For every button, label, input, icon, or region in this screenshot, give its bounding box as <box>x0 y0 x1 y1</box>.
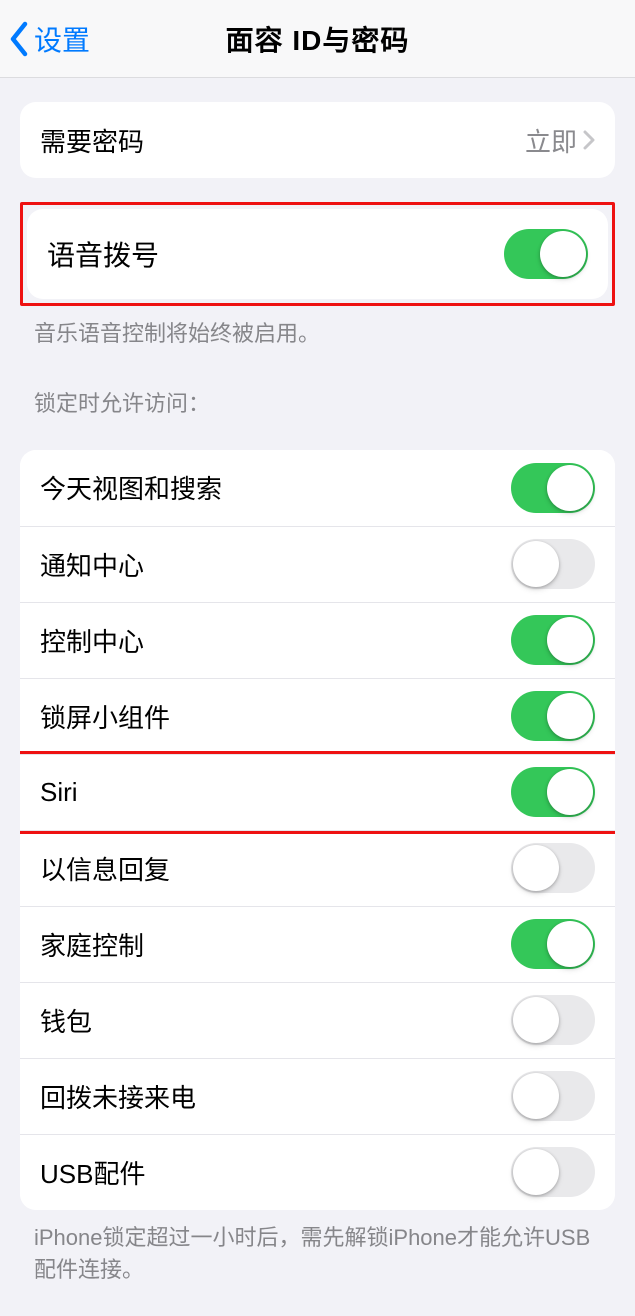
lock-access-header: 锁定时允许访问： <box>0 350 635 426</box>
content: 需要密码 立即 语音拨号 音乐语音控制将始终被启用。 锁定时允许访问： 今天视图… <box>0 102 635 1316</box>
chevron-right-icon <box>583 130 595 150</box>
page-title: 面容 ID与密码 <box>0 19 635 59</box>
row-lock-item-9[interactable]: USB配件 <box>20 1134 615 1210</box>
lock-item-toggle[interactable] <box>511 1147 595 1197</box>
lock-item-toggle[interactable] <box>511 615 595 665</box>
lock-item-toggle[interactable] <box>511 995 595 1045</box>
lock-item-label: 锁屏小组件 <box>40 698 511 735</box>
row-lock-item-6[interactable]: 家庭控制 <box>20 906 615 982</box>
voice-dial-footer: 音乐语音控制将始终被启用。 <box>0 306 635 350</box>
lock-item-label: 回拨未接来电 <box>40 1078 511 1115</box>
lock-item-toggle[interactable] <box>511 919 595 969</box>
back-label: 设置 <box>34 19 90 59</box>
row-voice-dial[interactable]: 语音拨号 <box>27 209 608 299</box>
voice-dial-toggle[interactable] <box>504 229 588 279</box>
chevron-left-icon <box>8 21 30 57</box>
lock-item-toggle[interactable] <box>511 463 595 513</box>
lock-access-footer: iPhone锁定超过一小时后，需先解锁iPhone才能允许USB配件连接。 <box>0 1210 635 1286</box>
lock-item-toggle[interactable] <box>511 539 595 589</box>
row-lock-item-7[interactable]: 钱包 <box>20 982 615 1058</box>
voice-dial-label: 语音拨号 <box>47 234 504 274</box>
row-lock-item-1[interactable]: 通知中心 <box>20 526 615 602</box>
lock-item-label: 控制中心 <box>40 622 511 659</box>
lock-item-toggle[interactable] <box>511 691 595 741</box>
row-lock-item-5[interactable]: 以信息回复 <box>20 830 615 906</box>
row-lock-item-3[interactable]: 锁屏小组件 <box>20 678 615 754</box>
lock-item-label: 以信息回复 <box>40 850 511 887</box>
lock-item-toggle[interactable] <box>511 843 595 893</box>
group-require-passcode: 需要密码 立即 <box>20 102 615 178</box>
row-lock-item-8[interactable]: 回拨未接来电 <box>20 1058 615 1134</box>
lock-item-label: USB配件 <box>40 1154 511 1191</box>
lock-item-label: 通知中心 <box>40 546 511 583</box>
back-button[interactable]: 设置 <box>8 0 90 77</box>
row-lock-item-2[interactable]: 控制中心 <box>20 602 615 678</box>
lock-item-label: 钱包 <box>40 1002 511 1039</box>
lock-item-label: 今天视图和搜索 <box>40 469 511 506</box>
navbar: 设置 面容 ID与密码 <box>0 0 635 78</box>
highlight-voice-dial: 语音拨号 <box>20 202 615 306</box>
lock-item-toggle[interactable] <box>511 1071 595 1121</box>
require-passcode-value: 立即 <box>525 122 577 159</box>
row-lock-item-0[interactable]: 今天视图和搜索 <box>20 450 615 526</box>
lock-item-label: 家庭控制 <box>40 926 511 963</box>
row-require-passcode[interactable]: 需要密码 立即 <box>20 102 615 178</box>
require-passcode-label: 需要密码 <box>40 122 525 159</box>
lock-item-toggle[interactable] <box>511 767 595 817</box>
row-lock-item-4[interactable]: Siri <box>20 754 615 830</box>
lock-item-label: Siri <box>40 777 511 808</box>
group-lock-access: 今天视图和搜索通知中心控制中心锁屏小组件 Siri 以信息回复家庭控制钱包回拨未接来… <box>20 450 615 1210</box>
